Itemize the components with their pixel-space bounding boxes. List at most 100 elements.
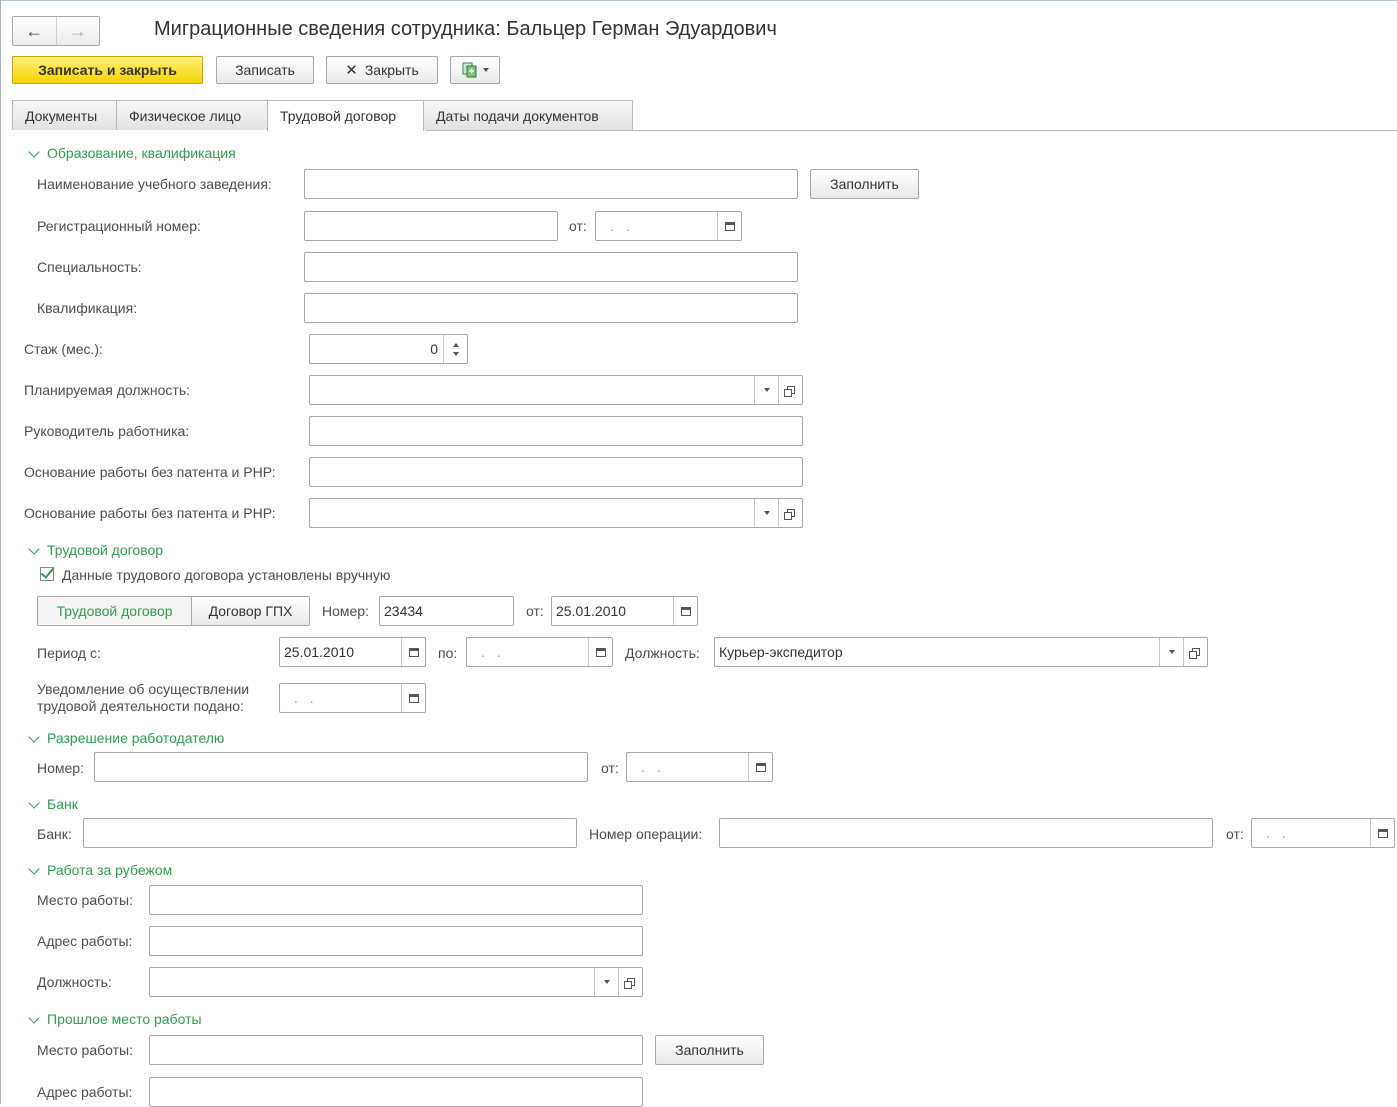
permit-number-input[interactable]	[94, 752, 588, 782]
save-button[interactable]: Записать	[216, 56, 314, 84]
notice-date-input[interactable]: . .	[279, 683, 426, 713]
section-abroad[interactable]: Работа за рубежом	[28, 862, 172, 878]
manager-input[interactable]	[309, 416, 803, 446]
contract-from-label: от:	[526, 603, 544, 619]
close-button[interactable]: ✕ Закрыть	[326, 56, 438, 84]
calendar-button[interactable]	[1370, 819, 1394, 847]
abroad-address-input[interactable]	[149, 926, 643, 956]
calendar-icon	[595, 647, 606, 657]
dropdown-button[interactable]	[754, 376, 778, 404]
past-place-input[interactable]	[149, 1035, 643, 1065]
section-education-title: Образование, квалификация	[47, 145, 236, 161]
basis1-label: Основание работы без патента и РНР:	[24, 464, 276, 480]
tab-labor-contract[interactable]: Трудовой договор	[267, 100, 424, 131]
calendar-button[interactable]	[401, 638, 425, 666]
tab-submission-dates[interactable]: Даты подачи документов	[423, 100, 633, 130]
bank-date-input[interactable]: . .	[1251, 818, 1395, 848]
seg-gph-contract[interactable]: Договор ГПХ	[191, 597, 309, 625]
chevron-down-icon	[28, 542, 40, 555]
tab-individual[interactable]: Физическое лицо	[116, 100, 268, 130]
calendar-icon	[408, 647, 419, 657]
abroad-place-input[interactable]	[149, 885, 643, 915]
abroad-position-input[interactable]	[149, 967, 643, 997]
regnum-date-input[interactable]: . .	[595, 211, 742, 241]
planned-position-input[interactable]	[309, 375, 803, 405]
contract-position-value: Курьер-экспедитор	[719, 644, 843, 660]
period-to-input[interactable]: . .	[466, 637, 613, 667]
calendar-button[interactable]	[717, 212, 741, 240]
section-past-job[interactable]: Прошлое место работы	[28, 1011, 202, 1027]
period-from-value: 25.01.2010	[284, 644, 355, 660]
planned-position-label: Планируемая должность:	[24, 382, 191, 398]
basis1-input[interactable]	[309, 457, 803, 487]
qualification-label: Квалификация:	[37, 300, 138, 316]
section-contract-title: Трудовой договор	[47, 542, 164, 558]
calendar-button[interactable]	[588, 638, 612, 666]
chevron-down-icon	[28, 1011, 40, 1024]
section-bank[interactable]: Банк	[28, 796, 78, 812]
past-address-input[interactable]	[149, 1077, 643, 1107]
notice-label: Уведомление об осуществлении трудовой де…	[37, 681, 249, 715]
permit-date-input[interactable]: . .	[626, 752, 773, 782]
chevron-down-icon	[763, 511, 770, 515]
window-frame-top	[0, 0, 1397, 1]
calendar-button[interactable]	[673, 597, 697, 625]
permit-from-label: от:	[601, 760, 619, 776]
chevron-down-icon	[28, 730, 40, 743]
section-contract[interactable]: Трудовой договор	[28, 542, 163, 558]
forward-arrow-icon[interactable]: →	[55, 17, 100, 45]
bank-input[interactable]	[83, 818, 577, 848]
open-button[interactable]	[618, 968, 642, 996]
section-permit-title: Разрешение работодателю	[47, 730, 225, 746]
qualification-input[interactable]	[304, 293, 798, 323]
save-and-close-button[interactable]: Записать и закрыть	[12, 56, 203, 84]
regnum-from-label: от:	[569, 218, 587, 234]
manual-data-checkbox[interactable]	[40, 567, 54, 581]
back-arrow-icon[interactable]: ←	[13, 17, 56, 45]
contract-date-input[interactable]: 25.01.2010	[551, 596, 698, 626]
regnum-input[interactable]	[304, 211, 558, 241]
experience-label: Стаж (мес.):	[24, 341, 103, 357]
basis2-input[interactable]	[309, 498, 803, 528]
more-actions-button[interactable]	[450, 56, 500, 84]
fill-education-button[interactable]: Заполнить	[810, 169, 919, 199]
chevron-down-icon	[763, 388, 770, 392]
fill-past-job-button[interactable]: Заполнить	[655, 1035, 764, 1065]
contract-position-label: Должность:	[625, 645, 700, 661]
dropdown-button[interactable]	[594, 968, 618, 996]
regnum-label: Регистрационный номер:	[37, 218, 201, 234]
manual-data-label: Данные трудового договора установлены вр…	[62, 567, 391, 583]
tab-documents[interactable]: Документы	[12, 100, 117, 130]
operation-number-input[interactable]	[719, 818, 1213, 848]
seg-labor-contract[interactable]: Трудовой договор	[38, 597, 191, 625]
experience-input[interactable]: 0	[309, 334, 468, 364]
calendar-icon	[1377, 828, 1388, 838]
period-label: Период с:	[37, 645, 101, 661]
open-button[interactable]	[778, 376, 802, 404]
contract-number-input[interactable]: 23434	[379, 596, 514, 626]
open-button[interactable]	[1183, 638, 1207, 666]
manager-label: Руководитель работника:	[24, 423, 190, 439]
chevron-down-icon	[28, 145, 40, 158]
calendar-button[interactable]	[748, 753, 772, 781]
calendar-button[interactable]	[401, 684, 425, 712]
experience-value: 0	[430, 341, 438, 357]
window-frame-left	[0, 0, 1, 1104]
calendar-icon	[408, 693, 419, 703]
contract-date-value: 25.01.2010	[556, 603, 627, 619]
chevron-down-icon	[482, 68, 489, 72]
contract-number-value: 23434	[384, 603, 423, 619]
section-abroad-title: Работа за рубежом	[47, 862, 173, 878]
section-permit[interactable]: Разрешение работодателю	[28, 730, 224, 746]
open-form-icon	[783, 509, 795, 520]
dropdown-button[interactable]	[754, 499, 778, 527]
experience-spinner[interactable]	[443, 335, 467, 363]
section-past-job-title: Прошлое место работы	[47, 1011, 202, 1027]
dropdown-button[interactable]	[1159, 638, 1183, 666]
contract-position-input[interactable]: Курьер-экспедитор	[714, 637, 1208, 667]
section-education[interactable]: Образование, квалификация	[28, 145, 236, 161]
period-from-input[interactable]: 25.01.2010	[279, 637, 426, 667]
open-button[interactable]	[778, 499, 802, 527]
specialty-input[interactable]	[304, 252, 798, 282]
institution-input[interactable]	[304, 169, 798, 199]
